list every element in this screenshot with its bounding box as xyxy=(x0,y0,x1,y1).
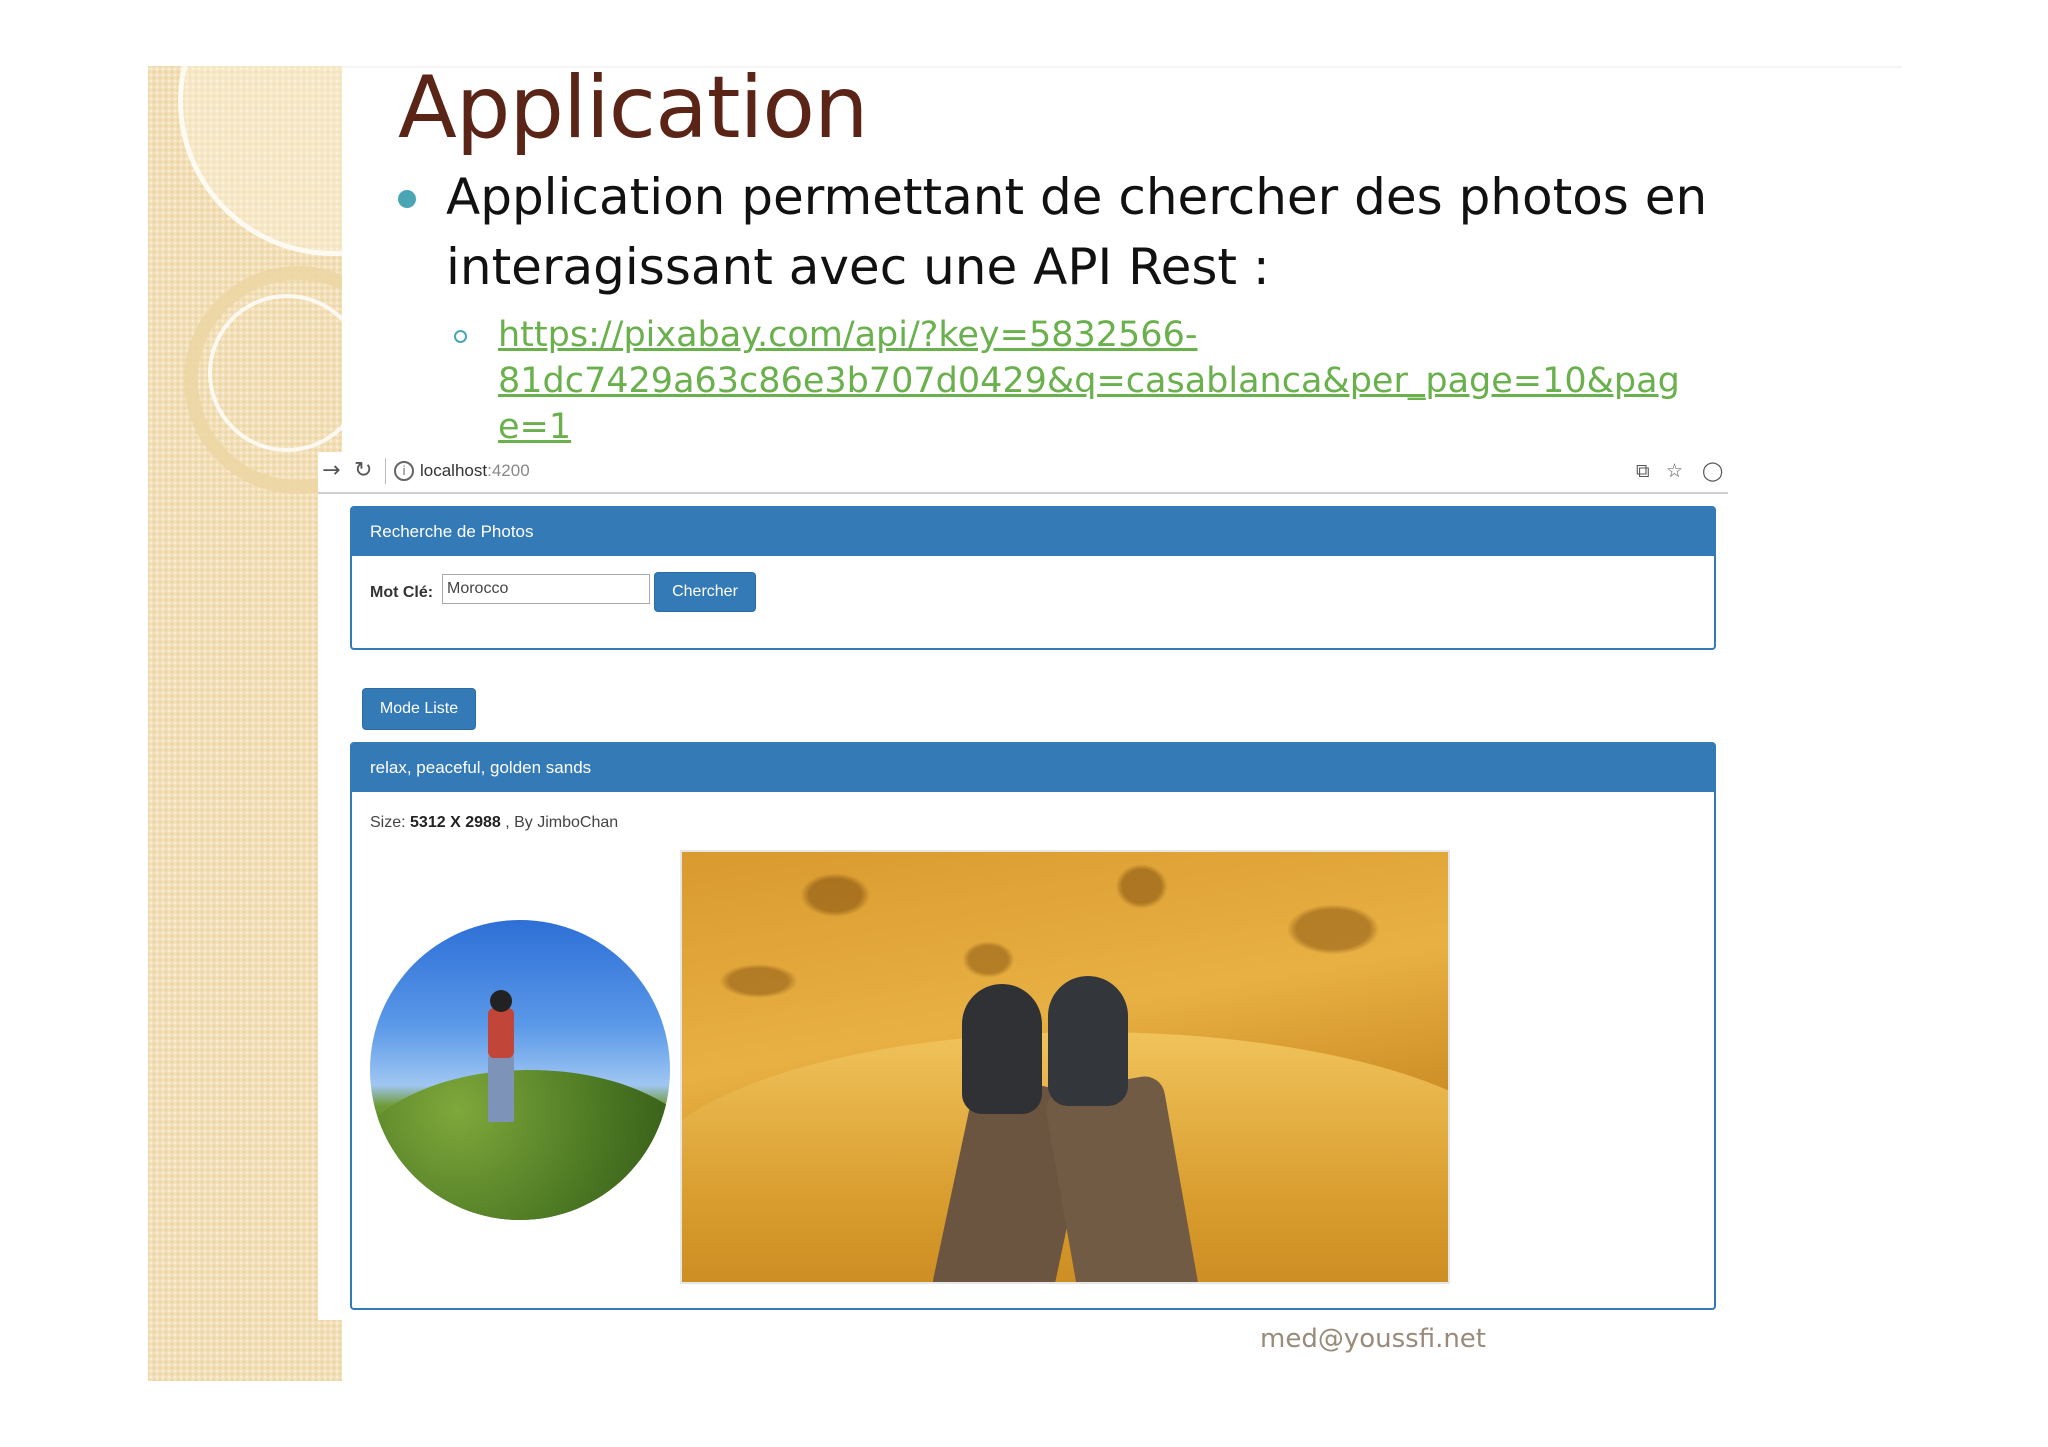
decorative-side-strip xyxy=(148,66,342,1381)
reload-icon[interactable]: ↻ xyxy=(354,458,372,483)
author-avatar[interactable] xyxy=(370,920,670,1220)
decorative-ring xyxy=(178,66,342,256)
search-panel: Recherche de Photos Mot Clé: Chercher xyxy=(350,506,1716,650)
translate-icon[interactable]: ⧉ xyxy=(1636,460,1650,482)
search-panel-heading: Recherche de Photos xyxy=(352,508,1714,556)
keyword-input[interactable] xyxy=(442,574,650,604)
photo-shoe xyxy=(962,984,1042,1114)
mode-list-button[interactable]: Mode Liste xyxy=(362,688,476,730)
bullet-text: Application permettant de chercher des p… xyxy=(446,168,1708,296)
main-photo[interactable] xyxy=(680,850,1450,1284)
api-link-line-2[interactable]: 81dc7429a63c86e3b707d0429&q=casablanca&p… xyxy=(498,358,1698,450)
bullet-dot-icon xyxy=(398,190,416,208)
address-separator xyxy=(385,458,386,484)
footer-email: med@youssfi.net xyxy=(1260,1324,1487,1354)
url-port: :4200 xyxy=(487,461,530,480)
sub-bullet-icon xyxy=(454,330,467,343)
size-label: Size: xyxy=(370,814,406,831)
author-text: , By JimboChan xyxy=(505,814,619,831)
avatar-person xyxy=(488,1008,514,1058)
slide-title: Application xyxy=(398,58,869,158)
photo-shoe xyxy=(1048,976,1128,1106)
back-arrow-icon[interactable]: → xyxy=(322,458,340,483)
avatar-hill xyxy=(370,1070,670,1220)
extension-icon[interactable]: ◯ xyxy=(1702,460,1723,482)
api-link-line-1[interactable]: https://pixabay.com/api/?key=5832566- xyxy=(498,312,1698,358)
photo-panel: relax, peaceful, golden sands Size: 5312… xyxy=(350,742,1716,1310)
browser-screenshot: → ↻ i localhost:4200 ⧉ ☆ ◯ Recherche de … xyxy=(318,452,1728,1320)
url-field[interactable]: localhost:4200 xyxy=(420,461,530,481)
avatar-person xyxy=(490,990,512,1012)
search-button[interactable]: Chercher xyxy=(654,572,756,612)
address-bar: → ↻ i localhost:4200 ⧉ ☆ ◯ xyxy=(318,452,1728,494)
avatar-person xyxy=(488,1056,514,1122)
photo-meta: Size: 5312 X 2988 , By JimboChan xyxy=(370,814,618,832)
photo-panel-heading: relax, peaceful, golden sands xyxy=(352,744,1714,792)
star-icon[interactable]: ☆ xyxy=(1666,460,1683,482)
api-link[interactable]: https://pixabay.com/api/?key=5832566- 81… xyxy=(498,312,1698,450)
keyword-label: Mot Clé: xyxy=(370,584,434,601)
info-icon[interactable]: i xyxy=(394,461,414,481)
url-host: localhost xyxy=(420,461,488,480)
size-value: 5312 X 2988 xyxy=(410,814,501,831)
